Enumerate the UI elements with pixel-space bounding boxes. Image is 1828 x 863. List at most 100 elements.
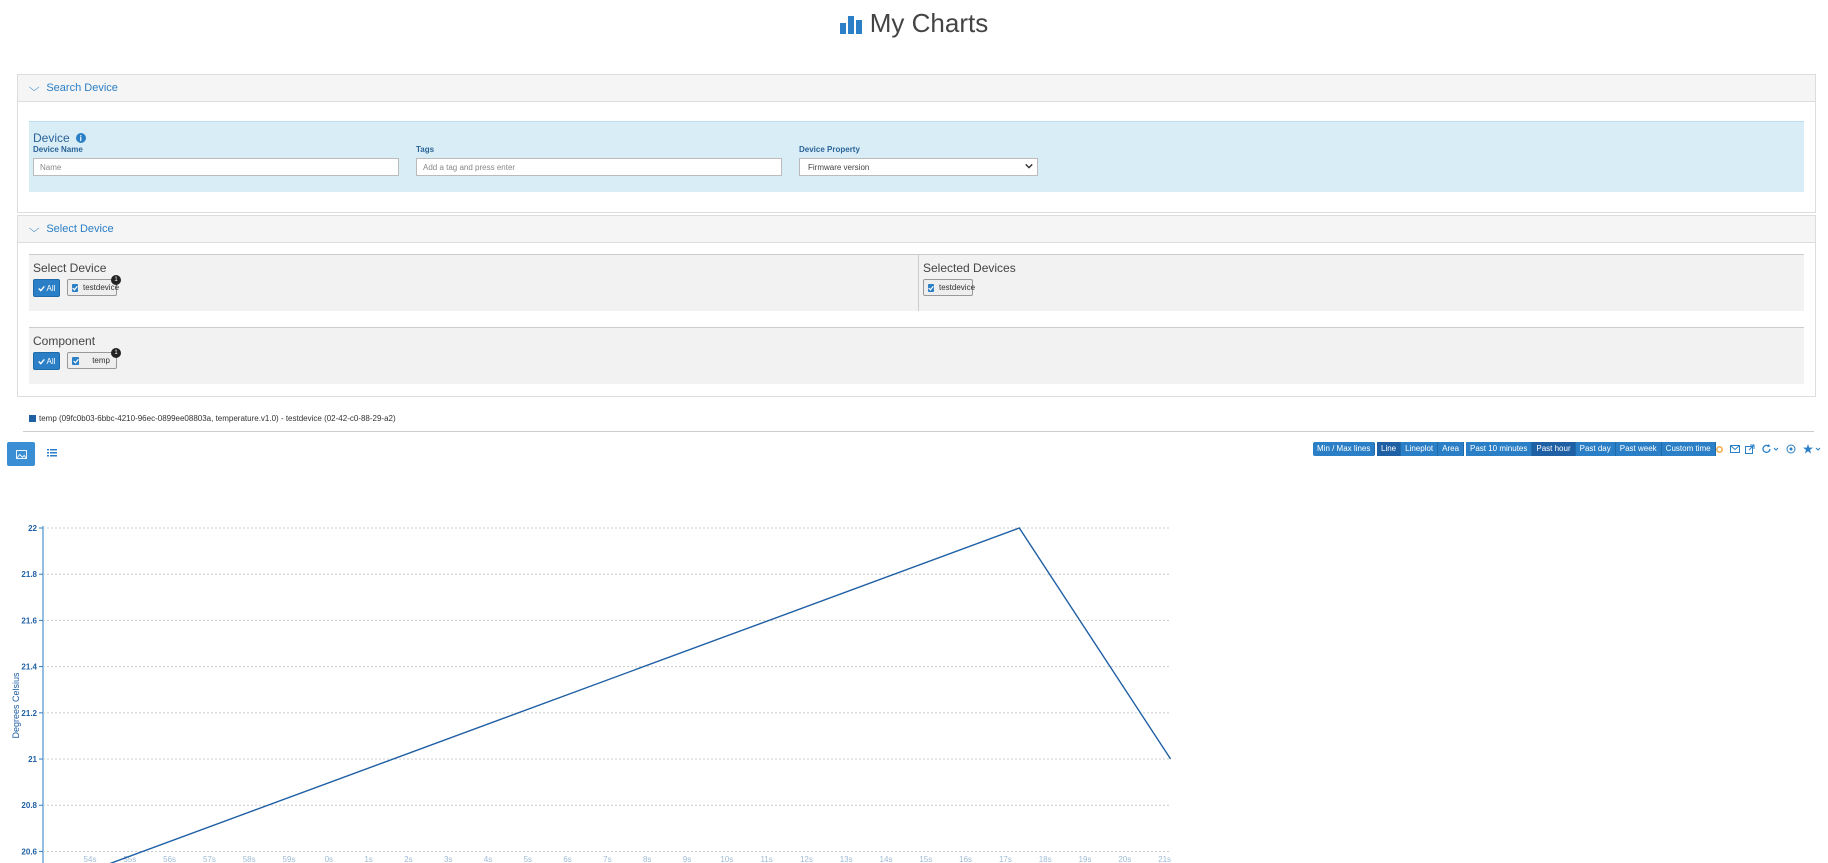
x-tick-label: 14s bbox=[880, 855, 893, 863]
chevron-down-icon: ⌵ bbox=[28, 81, 40, 94]
series-line bbox=[109, 527, 1172, 863]
search-device-header[interactable]: ⌵ Search Device bbox=[18, 75, 1815, 102]
minmax-lines-button[interactable]: Min / Max lines bbox=[1313, 442, 1376, 456]
y-tick-label: 20.8 bbox=[21, 801, 37, 810]
tags-input[interactable]: Add a tag and press enter bbox=[416, 158, 782, 176]
device-chip-testdevice[interactable]: testdevice 1 bbox=[67, 275, 121, 296]
select-all-components-button[interactable]: All bbox=[33, 352, 60, 370]
y-tick-label: 21.2 bbox=[21, 709, 37, 718]
select-all-label: All bbox=[46, 283, 56, 293]
time-range-hour-button[interactable]: Past hour bbox=[1532, 442, 1576, 456]
checkbox-checked-icon bbox=[72, 283, 78, 292]
select-all-devices-button[interactable]: All bbox=[33, 279, 60, 297]
x-tick-label: 16s bbox=[959, 855, 972, 863]
search-device-title: Search Device bbox=[46, 82, 118, 94]
temperature-chart: 20.620.82121.221.421.621.82254s 55s 56s 57s… bbox=[11, 524, 1172, 863]
email-icon[interactable] bbox=[1729, 443, 1741, 455]
time-range-10min-button[interactable]: Past 10 minutes bbox=[1466, 442, 1533, 456]
y-tick-label: 21.4 bbox=[21, 663, 37, 672]
x-tick-label: 8s bbox=[643, 855, 651, 863]
time-range-week-button[interactable]: Past week bbox=[1615, 442, 1662, 456]
checkbox-checked-icon bbox=[72, 356, 80, 365]
x-tick-label: 58s bbox=[243, 855, 256, 863]
checkbox-checked-icon bbox=[928, 283, 934, 292]
x-tick-label: 7s bbox=[603, 855, 611, 863]
list-icon bbox=[47, 449, 57, 457]
target-icon[interactable] bbox=[1785, 443, 1797, 455]
chevron-down-icon bbox=[1025, 163, 1033, 169]
x-tick-label: 11s bbox=[760, 855, 772, 863]
info-icon[interactable]: i bbox=[75, 133, 86, 143]
y-tick-label: 22 bbox=[28, 524, 37, 533]
x-tick-label: 12s bbox=[800, 855, 813, 863]
chart-view-button[interactable] bbox=[7, 442, 35, 466]
select-all-label: All bbox=[46, 356, 56, 366]
device-property-select[interactable]: Firmware version bbox=[799, 158, 1038, 176]
x-tick-label: 18s bbox=[1039, 855, 1052, 863]
device-heading: Device i bbox=[33, 131, 86, 145]
device-search-form: Device i Device Name Name Tags Add a tag… bbox=[29, 121, 1804, 192]
select-device-title: Select Device bbox=[46, 223, 114, 235]
select-device-heading: Select Device bbox=[33, 261, 107, 275]
device-heading-text: Device bbox=[33, 131, 70, 145]
star-icon[interactable] bbox=[1802, 443, 1824, 455]
series-color-swatch bbox=[29, 415, 36, 422]
page-title-text: My Charts bbox=[869, 8, 989, 38]
x-tick-label: 10s bbox=[720, 855, 733, 863]
chart-type-line-button[interactable]: Line bbox=[1377, 442, 1402, 456]
component-chip-label: temp bbox=[92, 356, 110, 365]
time-range-day-button[interactable]: Past day bbox=[1575, 442, 1616, 456]
device-selection-area: Select Device All testdevice 1 Selected … bbox=[29, 254, 1804, 311]
time-range-custom-button[interactable]: Custom time bbox=[1661, 442, 1716, 456]
chart-type-group: Line Lineplot Area bbox=[1377, 442, 1465, 456]
count-badge: 1 bbox=[111, 348, 121, 358]
device-property-label: Device Property bbox=[799, 145, 860, 154]
x-tick-label: 56s bbox=[163, 855, 176, 863]
x-tick-label: 20s bbox=[1118, 855, 1131, 863]
table-view-button[interactable] bbox=[44, 445, 60, 461]
x-tick-label: 19s bbox=[1079, 855, 1092, 863]
selected-devices-column: Selected Devices testdevice bbox=[919, 255, 1804, 311]
divider bbox=[23, 431, 1814, 432]
y-tick-label: 21.6 bbox=[21, 616, 37, 625]
count-badge: 1 bbox=[111, 275, 121, 285]
selected-devices-heading: Selected Devices bbox=[923, 261, 1016, 275]
selected-device-chip-testdevice[interactable]: testdevice bbox=[923, 279, 976, 296]
chart-type-area-button[interactable]: Area bbox=[1438, 442, 1465, 456]
bar-chart-icon bbox=[839, 15, 862, 34]
search-device-panel: ⌵ Search Device Device i Device Name Nam… bbox=[17, 74, 1816, 213]
chart-type-lineplot-button[interactable]: Lineplot bbox=[1401, 442, 1439, 456]
page-title: My Charts bbox=[839, 8, 989, 39]
check-icon bbox=[37, 285, 45, 292]
x-tick-label: 59s bbox=[283, 855, 296, 863]
x-tick-label: 57s bbox=[203, 855, 216, 863]
select-device-panel: ⌵ Select Device Select Device All testde… bbox=[17, 215, 1816, 397]
y-tick-label: 20.6 bbox=[21, 847, 37, 856]
sun-icon[interactable] bbox=[1713, 443, 1725, 455]
refresh-icon[interactable] bbox=[1761, 443, 1781, 455]
y-tick-label: 21 bbox=[28, 755, 37, 764]
device-property-value: Firmware version bbox=[808, 163, 870, 172]
x-tick-label: 0s bbox=[325, 855, 333, 863]
x-tick-label: 13s bbox=[840, 855, 853, 863]
check-icon bbox=[37, 358, 45, 365]
select-device-header[interactable]: ⌵ Select Device bbox=[18, 216, 1815, 243]
x-tick-label: 2s bbox=[404, 855, 412, 863]
legend-text: temp (09fc0b03-6bbc-4210-96ec-0899ee0880… bbox=[39, 414, 396, 423]
chart-legend[interactable]: temp (09fc0b03-6bbc-4210-96ec-0899ee0880… bbox=[29, 414, 396, 423]
component-chip-temp[interactable]: temp 1 bbox=[67, 348, 121, 369]
x-tick-label: 4s bbox=[484, 855, 492, 863]
x-tick-label: 15s bbox=[919, 855, 932, 863]
selected-device-label: testdevice bbox=[939, 283, 976, 292]
device-name-input[interactable]: Name bbox=[33, 158, 399, 176]
x-tick-label: 54s bbox=[84, 855, 97, 863]
share-icon[interactable] bbox=[1744, 443, 1756, 455]
image-icon bbox=[15, 449, 27, 459]
x-tick-label: 6s bbox=[563, 855, 571, 863]
x-tick-label: 9s bbox=[683, 855, 691, 863]
device-name-label: Device Name bbox=[33, 145, 83, 154]
component-selection-area: Component All temp 1 bbox=[29, 327, 1804, 384]
component-heading: Component bbox=[33, 334, 96, 348]
x-tick-label: 3s bbox=[444, 855, 452, 863]
minmax-group: Min / Max lines bbox=[1313, 442, 1376, 456]
